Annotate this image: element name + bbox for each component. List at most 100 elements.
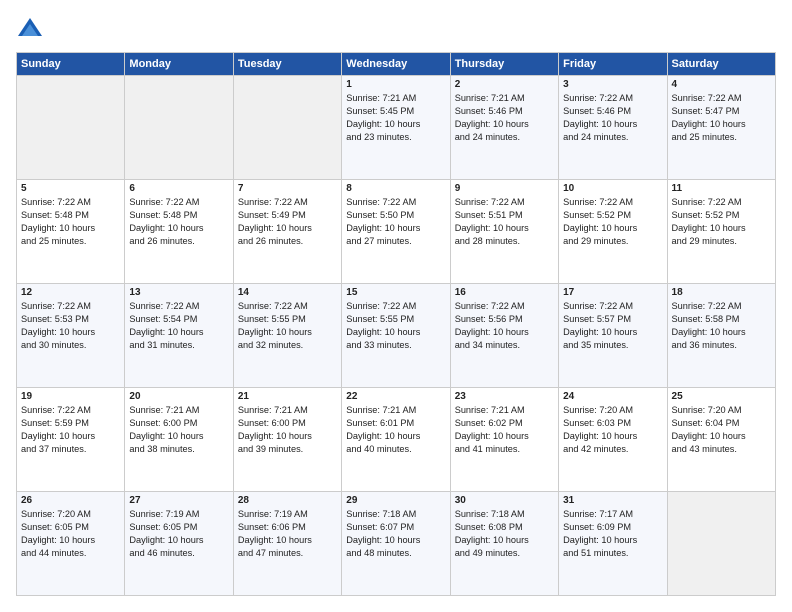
day-info-line: Daylight: 10 hours <box>238 535 312 545</box>
day-info-line: Daylight: 10 hours <box>346 223 420 233</box>
calendar-cell: 19Sunrise: 7:22 AMSunset: 5:59 PMDayligh… <box>17 388 125 492</box>
calendar-cell: 4Sunrise: 7:22 AMSunset: 5:47 PMDaylight… <box>667 76 775 180</box>
day-info-line: Sunset: 6:06 PM <box>238 522 306 532</box>
calendar-cell: 8Sunrise: 7:22 AMSunset: 5:50 PMDaylight… <box>342 180 450 284</box>
day-info-line: Sunrise: 7:21 AM <box>238 405 308 415</box>
day-number: 14 <box>238 287 337 298</box>
day-info-line: and 38 minutes. <box>129 444 194 454</box>
day-info-line: Sunset: 6:05 PM <box>129 522 197 532</box>
day-info-line: Sunset: 6:09 PM <box>563 522 631 532</box>
day-info-line: Sunset: 5:49 PM <box>238 210 306 220</box>
day-info: Sunrise: 7:22 AMSunset: 5:56 PMDaylight:… <box>455 300 554 352</box>
day-info: Sunrise: 7:18 AMSunset: 6:08 PMDaylight:… <box>455 508 554 560</box>
day-number: 24 <box>563 391 662 402</box>
day-number: 5 <box>21 183 120 194</box>
calendar-week-row: 5 Sunrise: 7:22 AMSunset: 5:48 PMDaylight… <box>17 180 776 284</box>
day-info-line: and 34 minutes. <box>455 340 520 350</box>
day-number: 22 <box>346 391 445 402</box>
day-info-line: Sunset: 6:04 PM <box>672 418 740 428</box>
calendar-cell: 20Sunrise: 7:21 AMSunset: 6:00 PMDayligh… <box>125 388 233 492</box>
day-number: 11 <box>672 183 771 194</box>
weekday-header-saturday: Saturday <box>667 53 775 76</box>
weekday-header-monday: Monday <box>125 53 233 76</box>
day-info-line: and 42 minutes. <box>563 444 628 454</box>
day-info-line: and 25 minutes. <box>21 236 86 246</box>
calendar-week-row: 19Sunrise: 7:22 AMSunset: 5:59 PMDayligh… <box>17 388 776 492</box>
day-info-line: Sunset: 5:55 PM <box>238 314 306 324</box>
day-info-line: Daylight: 10 hours <box>346 535 420 545</box>
day-info-line: Sunrise: 7:22 AM <box>672 197 742 207</box>
day-info-line: Daylight: 10 hours <box>455 535 529 545</box>
day-info-line: Sunrise: 7:22 AM <box>563 301 633 311</box>
day-info-line: Sunrise: 7:22 AM <box>238 301 308 311</box>
day-info-line: Sunrise: 7:19 AM <box>238 509 308 519</box>
calendar-cell: 3Sunrise: 7:22 AMSunset: 5:46 PMDaylight… <box>559 76 667 180</box>
day-info: Sunrise: 7:22 AMSunset: 5:48 PMDaylight:… <box>129 196 228 248</box>
day-info-line: Sunrise: 7:22 AM <box>346 301 416 311</box>
day-info: Sunrise: 7:22 AMSunset: 5:57 PMDaylight:… <box>563 300 662 352</box>
day-info: Sunrise: 7:19 AMSunset: 6:05 PMDaylight:… <box>129 508 228 560</box>
day-number: 15 <box>346 287 445 298</box>
day-info-line: and 44 minutes. <box>21 548 86 558</box>
calendar-cell: 29Sunrise: 7:18 AMSunset: 6:07 PMDayligh… <box>342 492 450 596</box>
day-info-line: Sunset: 6:00 PM <box>129 418 197 428</box>
day-info-line: Daylight: 10 hours <box>672 119 746 129</box>
day-info: Sunrise: 7:21 AMSunset: 6:00 PMDaylight:… <box>129 404 228 456</box>
day-number: 28 <box>238 495 337 506</box>
calendar-cell: 31Sunrise: 7:17 AMSunset: 6:09 PMDayligh… <box>559 492 667 596</box>
calendar-header <box>16 16 776 44</box>
day-info: Sunrise: 7:22 AMSunset: 5:55 PMDaylight:… <box>238 300 337 352</box>
day-info: Sunrise: 7:22 AMSunset: 5:59 PMDaylight:… <box>21 404 120 456</box>
calendar-cell: 16Sunrise: 7:22 AMSunset: 5:56 PMDayligh… <box>450 284 558 388</box>
day-info: Sunrise: 7:22 AMSunset: 5:53 PMDaylight:… <box>21 300 120 352</box>
day-info-line: Sunrise: 7:19 AM <box>129 509 199 519</box>
calendar-cell: 17Sunrise: 7:22 AMSunset: 5:57 PMDayligh… <box>559 284 667 388</box>
day-info-line: and 35 minutes. <box>563 340 628 350</box>
calendar-week-row: 12 Sunrise: 7:22 AMSunset: 5:53 PMDayligh… <box>17 284 776 388</box>
day-info-line: and 31 minutes. <box>129 340 194 350</box>
day-info: Sunrise: 7:20 AMSunset: 6:04 PMDaylight:… <box>672 404 771 456</box>
day-info-line: Sunrise: 7:21 AM <box>129 405 199 415</box>
day-info-line: Sunset: 6:02 PM <box>455 418 523 428</box>
day-info-line: Sunrise: 7:20 AM <box>563 405 633 415</box>
weekday-header-thursday: Thursday <box>450 53 558 76</box>
day-info-line: and 36 minutes. <box>672 340 737 350</box>
day-info-line: Daylight: 10 hours <box>21 223 95 233</box>
day-info: Sunrise: 7:20 AMSunset: 6:03 PMDaylight:… <box>563 404 662 456</box>
day-info-line: and 29 minutes. <box>672 236 737 246</box>
day-number: 31 <box>563 495 662 506</box>
day-info-line: Sunset: 5:55 PM <box>346 314 414 324</box>
day-number: 7 <box>238 183 337 194</box>
day-number: 30 <box>455 495 554 506</box>
day-info-line: Sunset: 6:08 PM <box>455 522 523 532</box>
day-info-line: Daylight: 10 hours <box>672 431 746 441</box>
day-info-line: Sunset: 5:51 PM <box>455 210 523 220</box>
calendar-cell: 24 Sunrise: 7:20 AMSunset: 6:03 PMDayligh… <box>559 388 667 492</box>
day-info-line: and 40 minutes. <box>346 444 411 454</box>
day-info-line: and 47 minutes. <box>238 548 303 558</box>
day-number: 27 <box>129 495 228 506</box>
calendar-cell: 11Sunrise: 7:22 AMSunset: 5:52 PMDayligh… <box>667 180 775 284</box>
calendar-week-row: 26Sunrise: 7:20 AMSunset: 6:05 PMDayligh… <box>17 492 776 596</box>
day-info: Sunrise: 7:21 AMSunset: 5:46 PMDaylight:… <box>455 92 554 144</box>
day-info-line: Sunrise: 7:22 AM <box>672 301 742 311</box>
day-info-line: and 25 minutes. <box>672 132 737 142</box>
day-number: 12 <box>21 287 120 298</box>
day-info-line: Daylight: 10 hours <box>563 431 637 441</box>
day-info: Sunrise: 7:22 AMSunset: 5:51 PMDaylight:… <box>455 196 554 248</box>
day-info-line: Sunrise: 7:22 AM <box>563 197 633 207</box>
calendar-cell: 30 Sunrise: 7:18 AMSunset: 6:08 PMDayligh… <box>450 492 558 596</box>
day-info-line: Daylight: 10 hours <box>563 535 637 545</box>
day-info: Sunrise: 7:22 AMSunset: 5:55 PMDaylight:… <box>346 300 445 352</box>
day-info-line: Daylight: 10 hours <box>672 223 746 233</box>
day-info: Sunrise: 7:21 AMSunset: 5:45 PMDaylight:… <box>346 92 445 144</box>
day-info-line: Sunset: 5:52 PM <box>563 210 631 220</box>
calendar-cell: 26Sunrise: 7:20 AMSunset: 6:05 PMDayligh… <box>17 492 125 596</box>
day-info-line: and 49 minutes. <box>455 548 520 558</box>
day-info-line: Sunrise: 7:22 AM <box>129 197 199 207</box>
day-number: 29 <box>346 495 445 506</box>
logo-icon <box>16 16 44 44</box>
day-info-line: Sunset: 5:53 PM <box>21 314 89 324</box>
day-info-line: and 39 minutes. <box>238 444 303 454</box>
day-info-line: Sunset: 5:54 PM <box>129 314 197 324</box>
